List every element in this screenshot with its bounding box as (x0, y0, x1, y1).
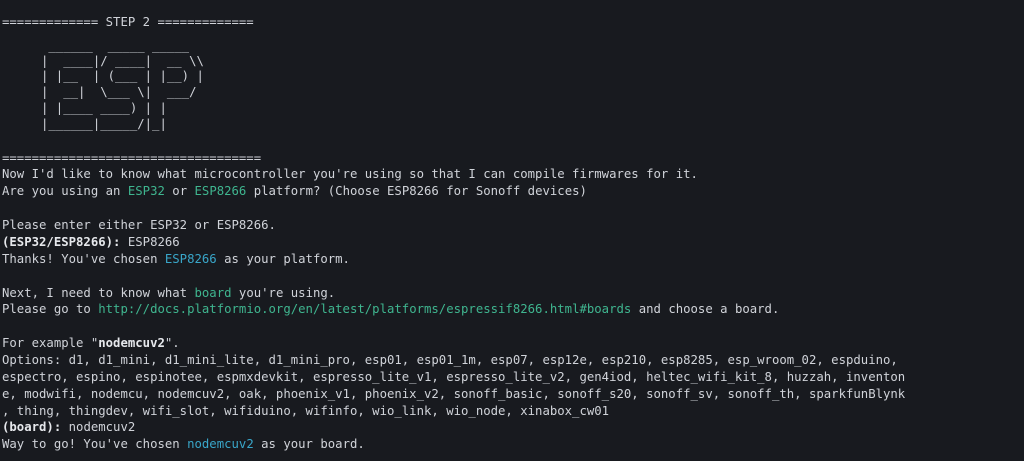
intro-line-2: Are you using an ESP32 or ESP8266 platfo… (2, 184, 587, 198)
options-line-4: , thing, thingdev, wifi_slot, wifiduino,… (2, 404, 610, 418)
intro-line-1: Now I'd like to know what microcontrolle… (2, 167, 698, 181)
options-line-1: Options: d1, d1_mini, d1_mini_lite, d1_m… (2, 353, 898, 367)
board-keyword: board (194, 286, 232, 300)
options-line-3: e, modwifi, nodemcu, nodemcuv2, oak, pho… (2, 387, 906, 401)
example-board: nodemcuv2 (98, 336, 165, 350)
chosen-board: nodemcuv2 (187, 437, 254, 451)
separator: =================================== (2, 151, 262, 165)
goto-line: Please go to http://docs.platformio.org/… (2, 302, 780, 316)
options-line-2: espectro, espino, espinotee, espmxdevkit… (2, 370, 906, 384)
ascii-art-line-3: | |__ | (___ | |__) | (41, 69, 204, 83)
esp8266-keyword: ESP8266 (194, 184, 247, 198)
ascii-art-line-5: | |____ ____) | | (41, 101, 204, 115)
board-confirmation: Way to go! You've chosen nodemcuv2 as yo… (2, 437, 365, 451)
board-prompt-label: (board): (2, 420, 62, 434)
platform-input-value: ESP8266 (120, 235, 180, 249)
board-input-line[interactable]: (board): nodemcuv2 (2, 419, 1024, 436)
platform-confirmation: Thanks! You've chosen ESP8266 as your pl… (2, 252, 350, 266)
ascii-art-line-6: |______|_____/|_| (41, 117, 204, 131)
ascii-art-line-4: | __| \___ \| ___/ (41, 85, 204, 99)
platform-prompt-label: (ESP32/ESP8266): (2, 235, 121, 249)
board-input-value: nodemcuv2 (61, 420, 136, 434)
platform-input-line[interactable]: (ESP32/ESP8266): ESP8266 (2, 234, 1024, 251)
chosen-platform: ESP8266 (164, 252, 217, 266)
step-header: ============= STEP 2 ============= (2, 15, 254, 29)
enter-platform-prompt: Please enter either ESP32 or ESP8266. (2, 218, 276, 232)
example-line: For example "nodemcuv2". (2, 336, 180, 350)
esp32-keyword: ESP32 (127, 184, 165, 198)
board-intro: Next, I need to know what board you're u… (2, 286, 336, 300)
terminal-window[interactable]: ============= STEP 2 ============= _____… (0, 0, 1024, 461)
boards-doc-link[interactable]: http://docs.platformio.org/en/latest/pla… (98, 302, 631, 316)
